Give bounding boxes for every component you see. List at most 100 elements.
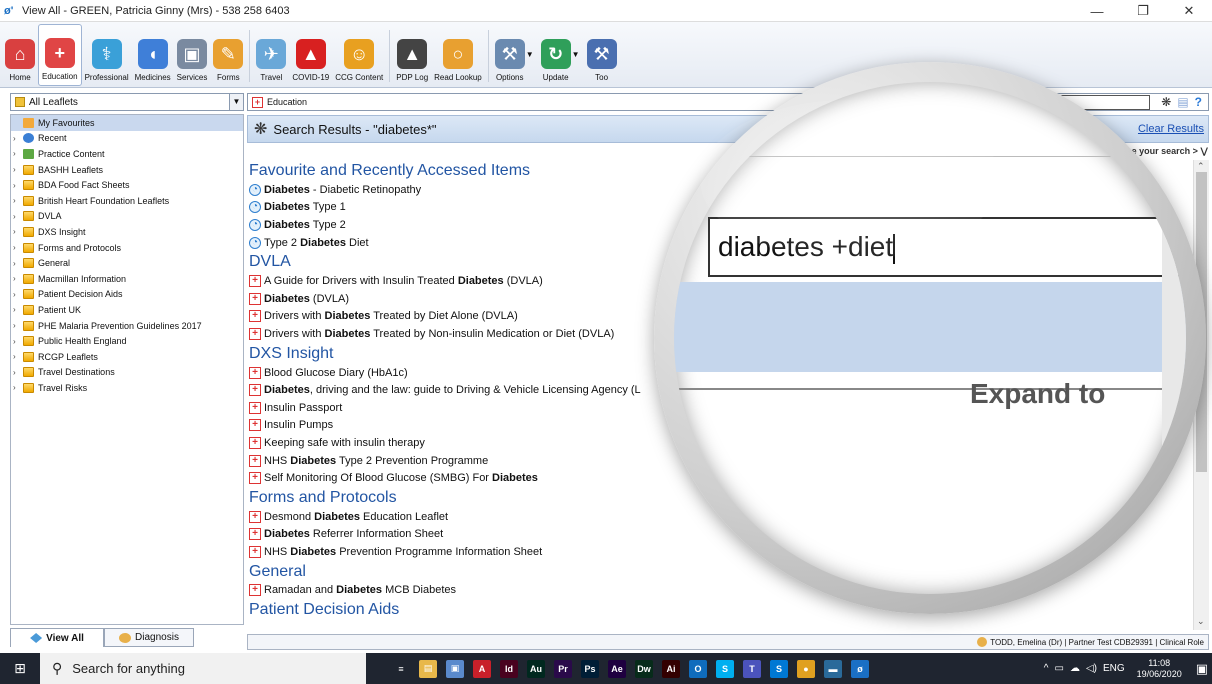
toolbar-update-button[interactable]: ↻ Update [538, 24, 574, 86]
expand-chevron-icon[interactable]: › [13, 196, 23, 205]
toolbar-options-button[interactable]: ⚒ Options [492, 24, 528, 86]
chevron-down-icon[interactable]: ▼ [229, 94, 243, 110]
expand-chevron-icon[interactable]: › [13, 149, 23, 158]
dropdown-arrow-icon[interactable]: ▼ [572, 50, 580, 59]
toolbar-home-button[interactable]: ⌂ Home [2, 24, 38, 86]
tree-item[interactable]: › Patient UK [11, 302, 243, 318]
scroll-up-icon[interactable]: ⌃ [1197, 161, 1205, 172]
indesign-icon[interactable]: Id [500, 659, 518, 678]
toolbar-read-lookup-button[interactable]: ○ Read Lookup [431, 24, 485, 86]
tab-view-all[interactable]: View All [10, 628, 104, 647]
expand-chevron-icon[interactable]: › [13, 290, 23, 299]
tree-item[interactable]: My Favourites [11, 115, 243, 131]
photoshop-icon[interactable]: Ps [581, 659, 599, 678]
expand-chevron-icon[interactable]: › [13, 274, 23, 283]
illustrator-icon[interactable]: Ai [662, 659, 680, 678]
clear-results-link[interactable]: Clear Results [1138, 123, 1204, 135]
tree-item[interactable]: › RCGP Leaflets [11, 349, 243, 365]
teams-icon[interactable]: T [743, 659, 761, 678]
app-icon[interactable]: ▣ [446, 659, 464, 678]
expand-chevron-icon[interactable]: › [13, 337, 23, 346]
tree-item[interactable]: › Forms and Protocols [11, 240, 243, 256]
toolbar-professional-button[interactable]: ⚕ Professional [82, 24, 132, 86]
tree-item[interactable]: › BDA Food Fact Sheets [11, 177, 243, 193]
result-text: A Guide for Drivers with Insulin Treated [264, 275, 458, 288]
chrome-icon[interactable]: ● [797, 659, 815, 678]
expand-chevron-icon[interactable]: › [13, 243, 23, 252]
minimize-button[interactable]: — [1074, 0, 1120, 22]
tree-item[interactable]: › DXS Insight [11, 224, 243, 240]
help-icon[interactable]: ? [1195, 95, 1202, 109]
tree-item[interactable]: › Travel Risks [11, 380, 243, 396]
after-effects-icon[interactable]: Ae [608, 659, 626, 678]
taskbar-search[interactable]: ⚲ Search for anything [40, 653, 366, 684]
toolbar-medicines-button[interactable]: ◖ Medicines [132, 24, 174, 86]
expand-chevron-icon[interactable]: › [13, 321, 23, 330]
toolbar-too-button[interactable]: ⚒ Too [584, 24, 620, 86]
close-button[interactable]: ✕ [1166, 0, 1212, 22]
tree-item[interactable]: › Recent [11, 131, 243, 147]
tab-diagnosis[interactable]: Diagnosis [104, 628, 194, 647]
tree-item[interactable]: › British Heart Foundation Leaflets [11, 193, 243, 209]
tree-item[interactable]: › PHE Malaria Prevention Guidelines 2017 [11, 318, 243, 334]
skype-business-icon[interactable]: S [770, 659, 788, 678]
status-text: TODD, Emelina (Dr) | Partner Test CDB293… [990, 637, 1204, 647]
document-icon[interactable]: ▤ [1177, 95, 1188, 109]
expand-chevron-icon[interactable]: › [13, 352, 23, 361]
toolbar-ccg-content-button[interactable]: ☺ CCG Content [332, 24, 386, 86]
expand-chevron-icon[interactable]: › [13, 134, 23, 143]
volume-icon[interactable]: ◁) [1086, 663, 1097, 674]
leaflet-icon: + [249, 510, 261, 523]
toolbar-travel-button[interactable]: ✈ Travel [253, 24, 289, 86]
maximize-button[interactable]: ❐ [1120, 0, 1166, 22]
windows-start-icon[interactable]: ⊞ [0, 653, 40, 684]
audition-icon[interactable]: Au [527, 659, 545, 678]
tree-item[interactable]: › Public Health England [11, 333, 243, 349]
tree-item[interactable]: › BASHH Leaflets [11, 162, 243, 178]
toolbar-services-button[interactable]: ▣ Services [174, 24, 211, 86]
toolbar-covid-19-button[interactable]: ▲ COVID-19 [289, 24, 332, 86]
dropdown-arrow-icon[interactable]: ▼ [526, 50, 534, 59]
tree-item[interactable]: › Travel Destinations [11, 365, 243, 381]
notifications-icon[interactable]: ▣ [1196, 661, 1208, 677]
acrobat-icon[interactable]: A [473, 659, 491, 678]
remote-icon[interactable]: ▬ [824, 659, 842, 678]
file-explorer-icon[interactable]: ▤ [419, 659, 437, 678]
search-icon[interactable]: ❋ [1161, 95, 1171, 109]
expand-chevron-icon[interactable]: › [13, 227, 23, 236]
premiere-icon[interactable]: Pr [554, 659, 572, 678]
magnifier-divider [674, 156, 1186, 157]
tree-item[interactable]: › Practice Content [11, 146, 243, 162]
language-indicator[interactable]: ENG [1103, 663, 1125, 674]
task-view-icon[interactable]: ≡ [392, 659, 410, 678]
tree-item-label: Macmillan Information [38, 273, 127, 284]
expand-chevron-icon[interactable]: › [13, 383, 23, 392]
search-icon: ⚲ [52, 660, 63, 676]
folder-icon [23, 211, 34, 222]
network-icon[interactable]: ▭ [1055, 663, 1064, 674]
expand-chevron-icon[interactable]: › [13, 212, 23, 221]
tree-item[interactable]: › DVLA [11, 209, 243, 225]
toolbar-forms-button[interactable]: ✎ Forms [210, 24, 246, 86]
tree-item[interactable]: › Macmillan Information [11, 271, 243, 287]
expand-chevron-icon[interactable]: › [13, 259, 23, 268]
expand-chevron-icon[interactable]: › [13, 368, 23, 377]
dxs-icon[interactable]: ø [851, 659, 869, 678]
text-caret [893, 233, 896, 264]
breadcrumb[interactable]: Education [267, 97, 307, 107]
tree-item[interactable]: › General [11, 255, 243, 271]
scroll-down-icon[interactable]: ⌄ [1197, 616, 1205, 627]
expand-chevron-icon[interactable]: › [13, 181, 23, 190]
expand-chevron-icon[interactable]: › [13, 165, 23, 174]
toolbar-education-button[interactable]: + Education [38, 24, 82, 86]
tree-item[interactable]: › Patient Decision Aids [11, 287, 243, 303]
toolbar-pdp-log-button[interactable]: ▲ PDP Log [393, 24, 431, 86]
leaflet-filter-select[interactable]: All Leaflets ▼ [10, 93, 244, 111]
clock[interactable]: 11:08 19/06/2020 [1137, 658, 1182, 680]
expand-chevron-icon[interactable]: › [13, 305, 23, 314]
outlook-icon[interactable]: O [689, 659, 707, 678]
tray-chevron-icon[interactable]: ^ [1044, 663, 1049, 674]
onedrive-icon[interactable]: ☁ [1070, 663, 1080, 674]
dreamweaver-icon[interactable]: Dw [635, 659, 653, 678]
skype-icon[interactable]: S [716, 659, 734, 678]
